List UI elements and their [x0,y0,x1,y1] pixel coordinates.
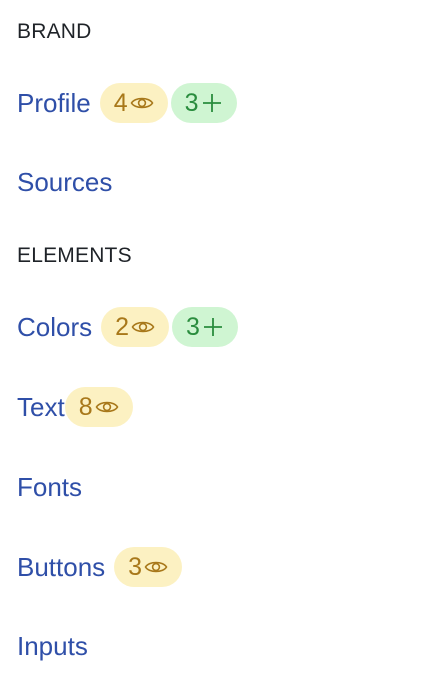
views-count: 4 [113,88,128,117]
section-heading-brand: BRAND [17,20,92,43]
nav-item-label: Fonts [17,472,83,502]
adds-badge[interactable]: 3 [170,83,237,123]
nav-item-inputs[interactable]: Inputs [17,626,88,666]
views-badge[interactable]: 4 [99,83,168,123]
eye-icon [95,401,119,413]
views-badge[interactable]: 8 [64,387,133,427]
adds-count: 3 [184,88,199,117]
nav-item-colors[interactable]: Colors 2 3 [17,307,238,347]
adds-count: 3 [186,312,200,341]
views-count: 2 [115,312,130,341]
nav-item-label: Text [17,392,65,422]
nav-item-sources[interactable]: Sources [17,162,112,202]
views-count: 8 [78,392,93,421]
nav-item-label: Sources [17,167,113,197]
nav-item-label: Colors [17,312,93,342]
nav-item-label: Inputs [17,631,88,661]
plus-icon [202,94,221,112]
section-heading-elements: ELEMENTS [17,244,132,267]
eye-icon [131,321,155,333]
eye-icon [130,97,154,109]
plus-icon [203,318,222,336]
nav-item-text[interactable]: Text 8 [17,387,133,427]
nav-item-label: Buttons [17,552,106,582]
eye-icon [144,561,168,573]
nav-item-buttons[interactable]: Buttons 3 [17,547,183,587]
nav-item-label: Profile [17,88,91,118]
views-count: 3 [128,552,143,581]
views-badge[interactable]: 2 [101,307,170,347]
views-badge[interactable]: 3 [114,547,183,587]
nav-item-profile[interactable]: Profile 4 3 [17,83,237,123]
nav-item-fonts[interactable]: Fonts [17,467,82,507]
adds-badge[interactable]: 3 [172,307,238,347]
